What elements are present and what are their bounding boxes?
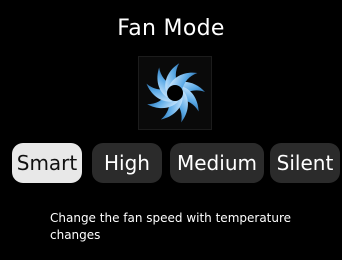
mode-high-button[interactable]: High xyxy=(92,143,162,183)
fan-icon xyxy=(138,56,212,130)
mode-silent-button[interactable]: Silent xyxy=(270,143,340,183)
fan-mode-screen: Fan Mode Smart High Medium Silent Change… xyxy=(0,0,342,260)
mode-medium-button[interactable]: Medium xyxy=(170,143,264,183)
fan-icon-graphic xyxy=(146,63,205,123)
mode-smart-button[interactable]: Smart xyxy=(12,143,82,183)
page-title: Fan Mode xyxy=(117,16,225,41)
mode-description: Change the fan speed with temperature ch… xyxy=(50,211,292,242)
